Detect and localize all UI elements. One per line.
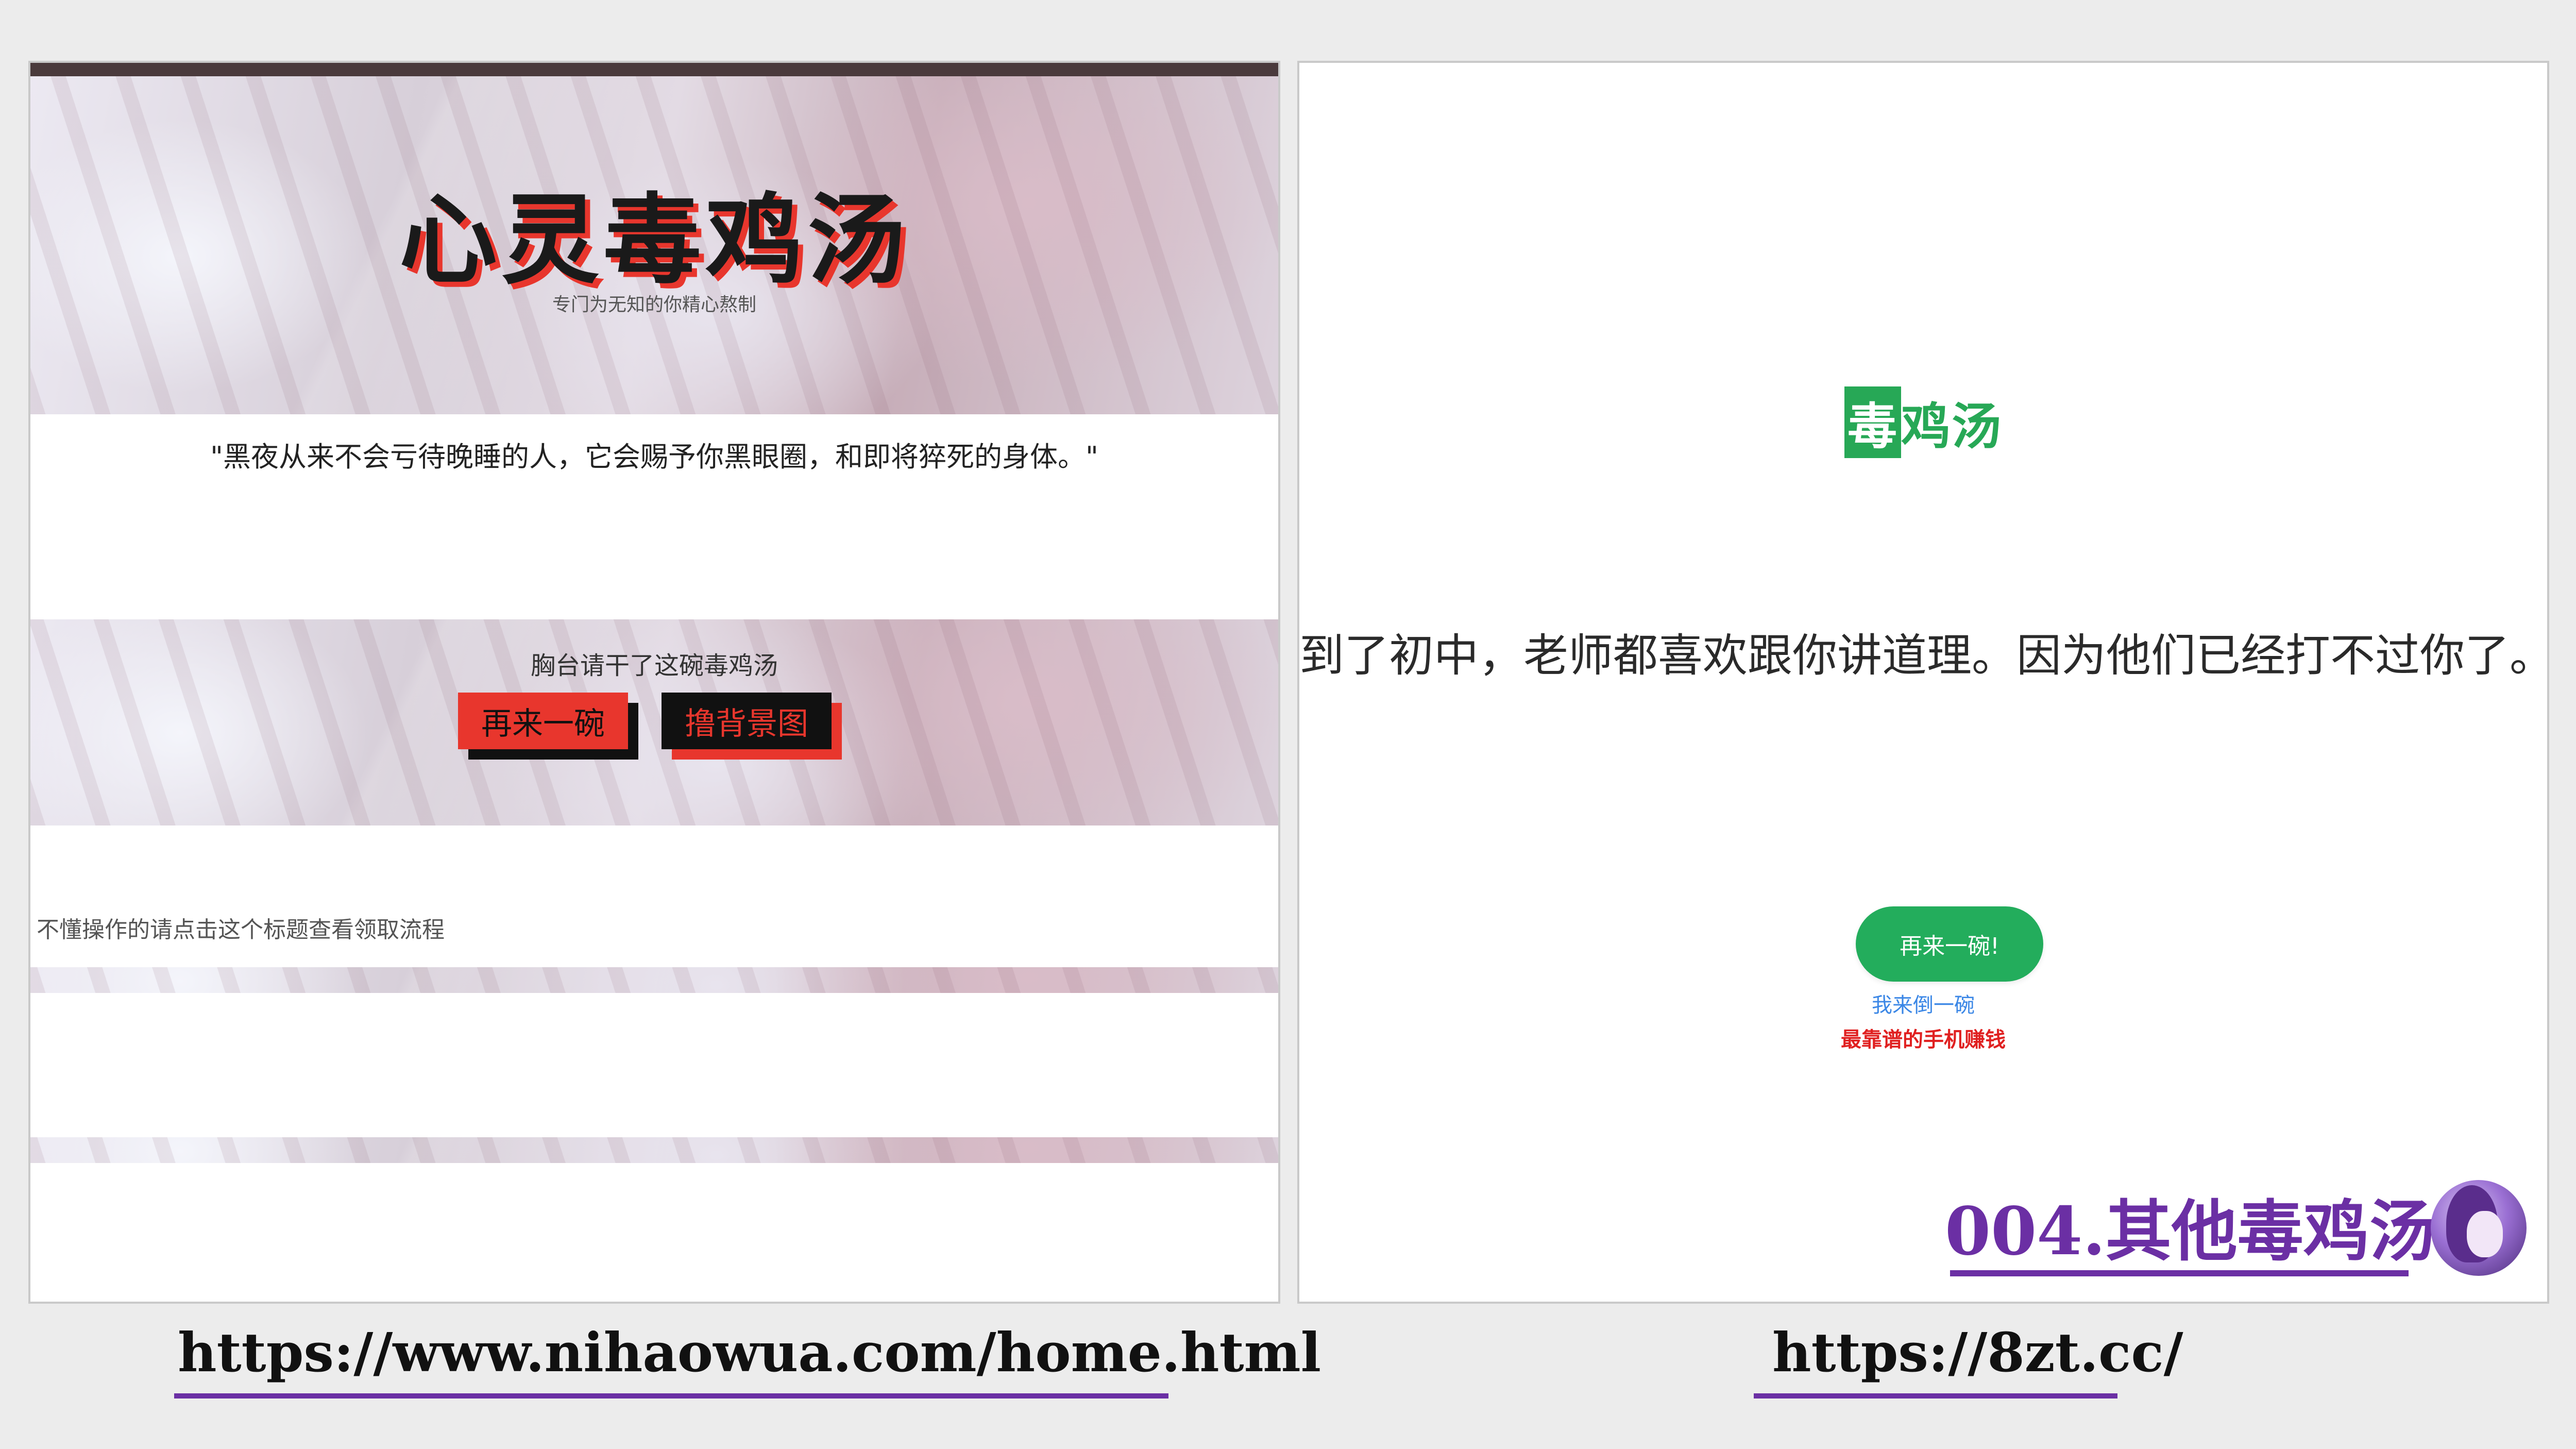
phone-earning-link[interactable]: 最靠谱的手机赚钱 [1299, 1023, 2547, 1053]
right-url-underline [1754, 1393, 2117, 1399]
logo-first-char: 毒 [1844, 386, 1901, 458]
background-strip [30, 967, 1278, 993]
header-top-bar [30, 63, 1278, 76]
logo-rest: 鸡汤 [1901, 397, 2002, 456]
pour-a-bowl-link[interactable]: 我来倒一碗 [1299, 988, 2547, 1018]
right-site-screenshot: 毒鸡汤 到了初中，老师都喜欢跟你讲道理。因为他们已经打不过你了。 再来一碗! 我… [1297, 61, 2549, 1304]
left-url-underline [174, 1393, 1168, 1399]
help-link[interactable]: 不懂操作的请点击这个标题查看领取流程 [37, 911, 445, 944]
left-site-url: https://www.nihaowua.com/home.html [178, 1321, 1321, 1384]
site-subtitle: 专门为无知的你精心熬制 [552, 294, 756, 315]
another-bowl-button[interactable]: 再来一碗! [1856, 906, 2043, 982]
another-bowl-label: 再来一碗 [458, 693, 628, 749]
left-site-screenshot: 心灵毒鸡汤 专门为无知的你精心熬制 "黑夜从来不会亏待晚睡的人，它会赐予你黑眼圈… [28, 61, 1280, 1304]
author-avatar [2431, 1180, 2527, 1276]
soup-quote: 到了初中，老师都喜欢跟你讲道理。因为他们已经打不过你了。 [1299, 629, 2549, 682]
get-background-label: 撸背景图 [662, 693, 832, 749]
series-title: 004.其他毒鸡汤 [1945, 1193, 2435, 1270]
site-logo[interactable]: 毒鸡汤 [1299, 386, 2547, 458]
site-title: 心灵毒鸡汤 [399, 182, 909, 297]
drink-prompt: 胸台请干了这碗毒鸡汤 [530, 651, 778, 680]
soup-quote: "黑夜从来不会亏待晚睡的人，它会赐予你黑眼圈，和即将猝死的身体。" [210, 441, 1098, 473]
get-background-button[interactable]: 撸背景图 [662, 693, 842, 760]
background-strip [30, 1137, 1278, 1163]
right-site-url: https://8zt.cc/ [1772, 1321, 2183, 1384]
series-title-underline [1950, 1270, 2409, 1276]
another-bowl-button[interactable]: 再来一碗 [458, 693, 638, 760]
